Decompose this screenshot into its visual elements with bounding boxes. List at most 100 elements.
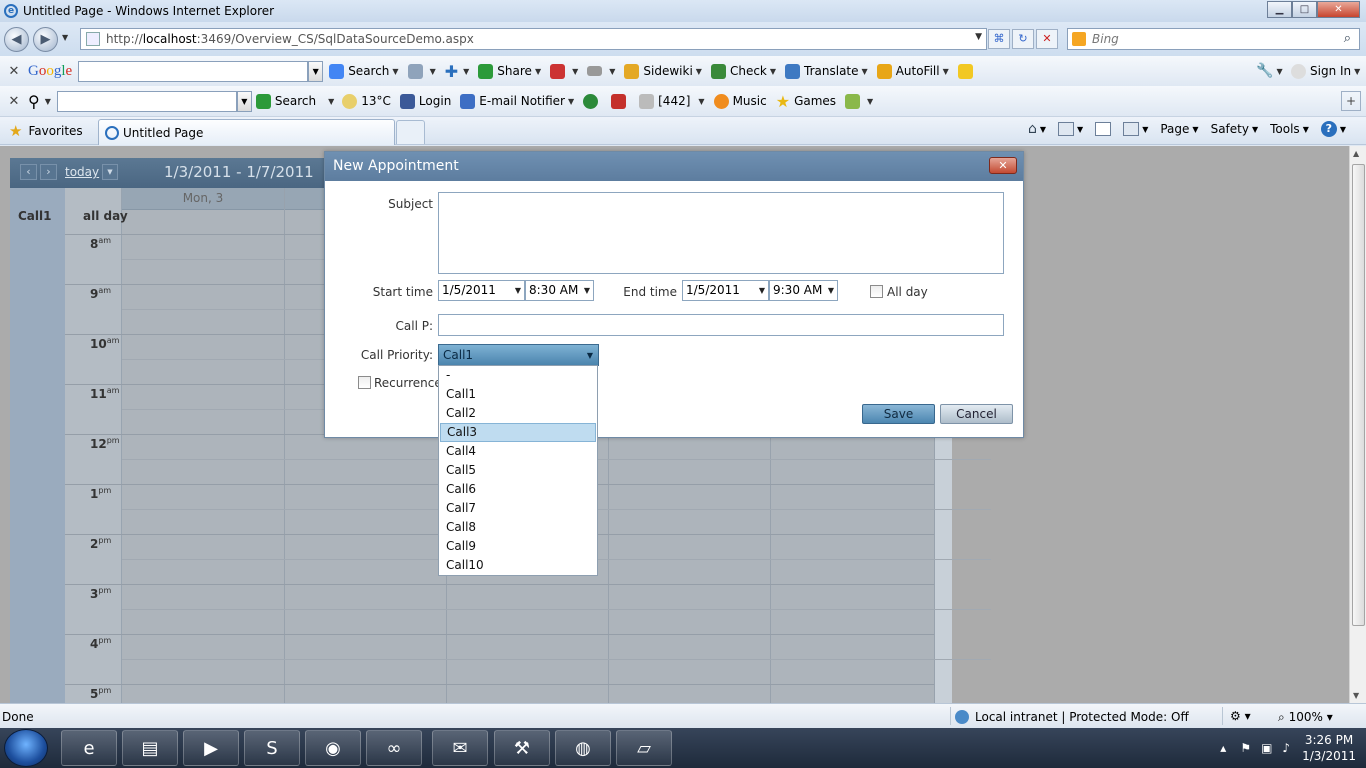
priority-option[interactable]: Call9 [439,537,597,556]
priority-option[interactable]: Call1 [439,385,597,404]
toolbar-page-button[interactable]: ▼ [407,63,436,79]
tools-menu[interactable]: Tools ▼ [1270,122,1309,136]
autofill-button[interactable]: AutoFill ▼ [876,63,949,79]
call-priority-select[interactable]: Call1 ▼ [438,344,599,366]
compatibility-view-icon[interactable]: ⌘ [988,29,1010,49]
all-day-checkbox[interactable] [870,285,883,298]
minimize-button[interactable]: ▁ [1267,1,1292,18]
keyboard-button[interactable]: ▼ [587,66,615,76]
history-dropdown-icon[interactable]: ▼ [62,33,68,42]
close-toolbar-icon[interactable]: ✕ [0,64,28,79]
toolbar2-search-button[interactable]: Search [255,93,316,109]
read-mail-button[interactable] [1095,122,1112,136]
end-date-picker[interactable]: 1/5/2011 ▼ [682,280,769,301]
check-button[interactable]: Check ▼ [710,63,776,79]
safety-menu[interactable]: Safety ▼ [1211,122,1259,136]
weather-widget[interactable]: 13°C [342,93,391,109]
close-toolbar2-icon[interactable]: ✕ [0,94,28,109]
vertical-scrollbar[interactable]: ▲ ▼ [1349,146,1366,703]
time-dropdown-icon[interactable]: ▼ [584,286,590,295]
today-link[interactable]: today [65,165,99,179]
network-icon[interactable]: ▣ [1261,741,1272,755]
toolbar-add-button[interactable]: ✚ ▼ [445,62,470,81]
security-zone[interactable]: Local intranet | Protected Mode: Off [955,710,1189,724]
popup-blocker-button[interactable]: ▼ [550,63,578,79]
favorites-button[interactable]: ★ Favorites [9,122,83,140]
taskbar-explorer-icon[interactable]: ▤ [122,730,178,766]
refresh-icon[interactable]: ↻ [1012,29,1034,49]
scroll-up-icon[interactable]: ▲ [1353,149,1359,158]
protected-mode-icon[interactable]: ⚙ ▾ [1230,709,1251,723]
show-hidden-icons-icon[interactable]: ▴ [1220,741,1226,755]
taskbar-skype-icon[interactable]: S [244,730,300,766]
priority-option[interactable]: Call3 [440,423,596,442]
priority-option[interactable]: Call8 [439,518,597,537]
forward-button[interactable]: ▶ [33,27,58,52]
address-bar[interactable]: http://localhost:3469/Overview_CS/SqlDat… [80,28,987,50]
action-center-flag-icon[interactable]: ⚑ [1240,741,1251,755]
toolbar2-search-input[interactable] [56,90,237,112]
subject-textarea[interactable] [438,192,1004,274]
google-search-button[interactable]: Search ▼ [329,63,399,79]
highlight-button[interactable] [957,63,977,79]
clock[interactable]: 3:26 PM 1/3/2011 [1302,732,1356,764]
priority-option[interactable]: - [439,366,597,385]
address-dropdown-icon[interactable]: ▼ [975,32,982,42]
sign-in-button[interactable]: Sign In ▼ [1291,63,1360,79]
taskbar-chrome-icon[interactable]: ◉ [305,730,361,766]
translate-button[interactable]: Translate ▼ [785,63,868,79]
taskbar-ie-icon[interactable]: e [61,730,117,766]
taskbar-tools-icon[interactable]: ⚒ [494,730,550,766]
cancel-button[interactable]: Cancel [940,404,1013,424]
close-window-button[interactable]: ✕ [1317,1,1360,18]
call-p-input[interactable] [438,314,1004,336]
search-box[interactable]: Bing ⌕ [1067,28,1360,50]
extras-button[interactable]: ▼ [845,93,873,109]
priority-option[interactable]: Call6 [439,480,597,499]
home-button[interactable]: ⌂ ▼ [1028,121,1046,137]
maximize-button[interactable]: □ [1292,1,1317,18]
google-search-input[interactable] [78,60,309,82]
settings-wrench-button[interactable]: 🔧 ▼ [1256,63,1283,79]
toolbar2-search-dropdown[interactable]: ▼ [236,90,252,112]
start-button[interactable] [4,729,48,767]
youtube-button[interactable] [611,93,630,109]
next-week-button[interactable]: › [40,164,57,180]
sidewiki-button[interactable]: Sidewiki ▼ [624,63,702,79]
search-icon[interactable]: ⌕ [1344,31,1351,46]
dialog-close-button[interactable]: ✕ [989,157,1017,174]
prev-week-button[interactable]: ‹ [20,164,37,180]
priority-option[interactable]: Call7 [439,499,597,518]
time-dropdown-icon[interactable]: ▼ [828,286,834,295]
zoom-level[interactable]: ⌕ 100% ▾ [1278,710,1333,725]
share-button[interactable]: Share ▼ [478,63,541,79]
save-button[interactable]: Save [862,404,935,424]
volume-icon[interactable]: ♪ [1282,741,1290,755]
back-button[interactable]: ◀ [4,27,29,52]
stop-icon[interactable]: ✕ [1036,29,1058,49]
taskbar-firefox-icon[interactable]: ◍ [555,730,611,766]
recurrence-checkbox[interactable] [358,376,371,389]
start-date-picker[interactable]: 1/5/2011 ▼ [438,280,525,301]
taskbar-outlook-icon[interactable]: ✉ [432,730,488,766]
google-search-dropdown[interactable]: ▼ [308,60,324,82]
radio-button[interactable] [583,93,602,109]
email-notifier-button[interactable]: E-mail Notifier ▼ [460,93,574,109]
toolbar-add-icon[interactable]: + [1341,91,1361,111]
calendar-dropdown-icon[interactable]: ▼ [515,286,521,295]
taskbar-notepad-icon[interactable]: ▱ [616,730,672,766]
taskbar-media-player-icon[interactable]: ▶ [183,730,239,766]
facebook-login-button[interactable]: Login [399,93,451,109]
page-menu[interactable]: Page ▼ [1160,122,1198,136]
scroll-thumb[interactable] [1352,164,1365,626]
priority-option[interactable]: Call2 [439,404,597,423]
games-button[interactable]: ★ Games [776,92,836,111]
priority-dropdown-icon[interactable]: ▼ [587,351,593,360]
scroll-down-icon[interactable]: ▼ [1353,691,1359,700]
music-button[interactable]: Music [713,93,767,109]
start-time-picker[interactable]: 8:30 AM ▼ [525,280,594,301]
priority-option[interactable]: Call10 [439,556,597,575]
taskbar-visual-studio-icon[interactable]: ∞ [366,730,422,766]
priority-option[interactable]: Call5 [439,461,597,480]
news-count-button[interactable]: [442] ▼ [639,93,705,109]
